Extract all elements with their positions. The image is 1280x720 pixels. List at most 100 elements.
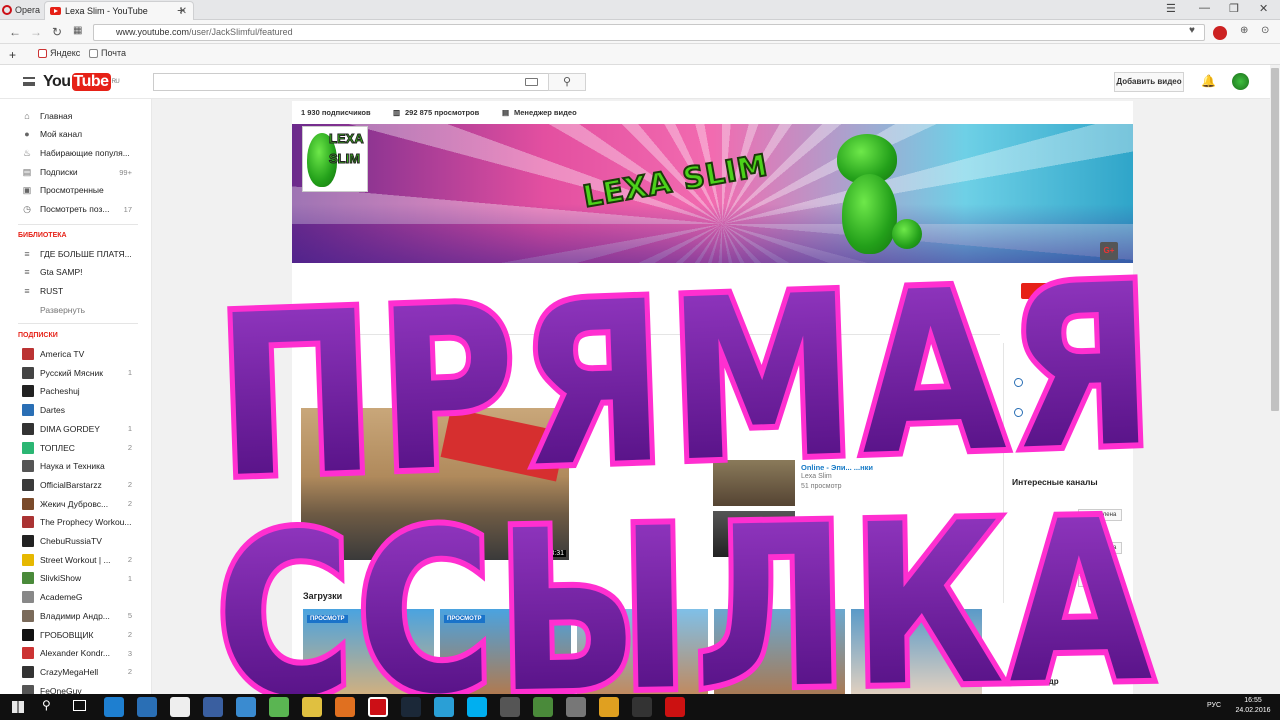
youtube-logo[interactable]: You Tube RU [43, 73, 120, 91]
taskbar-opera-icon[interactable] [368, 697, 388, 717]
sidebar-item-home[interactable]: ⌂ Главная [0, 107, 151, 125]
video-thumbnail[interactable] [713, 511, 795, 557]
taskbar-minecraft-icon[interactable] [533, 697, 553, 717]
search-button[interactable]: ⚲ [548, 73, 586, 91]
sidebar-subscription-item[interactable]: AcademeG [0, 588, 151, 606]
sidebar-subscription-item[interactable]: Pacheshuj [0, 382, 151, 400]
sidebar-item-history[interactable]: ▣ Просмотренные [0, 181, 151, 199]
radio-icon[interactable] [1014, 378, 1023, 387]
url-field[interactable]: www.youtube.com/user/JackSlimful/feature… [93, 24, 1205, 41]
tab-menu-icon[interactable]: ☰ [1166, 2, 1176, 15]
channel-avatar[interactable]: LEXA SLIM [302, 126, 368, 192]
subscribed-button[interactable]: оформлена [1078, 575, 1122, 587]
speed-dial-icon[interactable]: ▦ [73, 25, 82, 36]
search-icon[interactable]: ⚲ [42, 698, 51, 712]
new-tab-button[interactable]: + [177, 2, 185, 18]
sidebar-subscription-item[interactable]: Русский Мясник 1 [0, 364, 151, 382]
taskbar-vk-icon[interactable] [500, 697, 520, 717]
browser-tab[interactable]: Lexa Slim - YouTube ✕ [44, 1, 194, 20]
sidebar-subscription-item[interactable]: Dartes [0, 401, 151, 419]
taskbar-explorer-icon[interactable] [170, 697, 190, 717]
sidebar-subscription-item[interactable]: Alexander Kondr... 3 [0, 644, 151, 662]
subscribed-button[interactable]: оформлена [1078, 542, 1122, 554]
sidebar-playlist-item[interactable]: ≡ RUST [0, 282, 151, 300]
taskbar-download-manager-icon[interactable] [434, 697, 454, 717]
guide-menu-icon[interactable] [23, 77, 35, 86]
video-title[interactable]: Online - Эпи... ...нки [801, 463, 873, 472]
opera-menu-button[interactable]: Opera [0, 0, 42, 20]
sidebar-subscription-item[interactable]: America TV [0, 345, 151, 363]
download-icon[interactable]: ⊕ [1240, 25, 1248, 36]
sidebar-item-my-channel[interactable]: ● Мой канал [0, 125, 151, 143]
taskbar-yandex-icon[interactable] [302, 697, 322, 717]
forward-icon[interactable]: → [30, 25, 42, 39]
notifications-bell-icon[interactable]: 🔔 [1201, 74, 1216, 88]
video-author[interactable]: Lexa Slim [801, 473, 832, 480]
sidebar-item-trending[interactable]: ♨ Набирающие популя... [0, 144, 151, 162]
upload-thumbnail[interactable] [577, 609, 708, 694]
sidebar-subscription-item[interactable]: CrazyMegaHell 2 [0, 663, 151, 681]
expand-library-link[interactable]: Развернуть [0, 301, 151, 319]
upload-thumbnail[interactable] [714, 609, 845, 694]
sidebar-subscription-item[interactable]: ChebuRussiaTV [0, 532, 151, 550]
heart-icon[interactable]: ♥ [1189, 25, 1195, 36]
taskbar-photos-icon[interactable] [203, 697, 223, 717]
radio-icon[interactable] [1014, 408, 1023, 417]
sidebar-subscription-item[interactable]: SlivkiShow 1 [0, 569, 151, 587]
video-author[interactable]: Lexa Slim [572, 420, 594, 460]
task-view-icon[interactable] [73, 700, 86, 711]
upload-thumbnail[interactable]: ПРОСМОТР [303, 609, 434, 694]
taskbar-utorrent-icon[interactable] [269, 697, 289, 717]
reload-icon[interactable]: ↻ [52, 25, 62, 39]
taskbar-record-icon[interactable] [665, 697, 685, 717]
bookmark-yandex[interactable]: Яндекс [38, 48, 80, 58]
close-window-icon[interactable]: ✕ [1259, 2, 1268, 15]
taskbar-archive-icon[interactable] [599, 697, 619, 717]
sidebar-playlist-item[interactable]: ≡ Gta SAMP! [0, 263, 151, 281]
sidebar-subscription-item[interactable]: OfficialBarstarzz 2 [0, 476, 151, 494]
video-author[interactable]: Lexa Slim [801, 525, 832, 532]
video-title[interactable]: RUST [801, 515, 821, 524]
sidebar-item-subscriptions[interactable]: ▤ Подписки 99+ [0, 163, 151, 181]
keyboard-icon[interactable] [525, 78, 538, 86]
upload-thumbnail[interactable]: ПРОСМОТР [440, 609, 571, 694]
featured-video-thumbnail[interactable]: 3:31 [301, 408, 569, 560]
language-indicator[interactable]: РУС [1207, 702, 1221, 709]
sidebar-subscription-item[interactable]: Владимир Андр... 5 [0, 607, 151, 625]
sidebar-subscription-item[interactable]: The Prophecy Workou... [0, 513, 151, 531]
sidebar-subscription-item[interactable]: Наука и Техника [0, 457, 151, 475]
upload-button[interactable]: Добавить видео [1114, 72, 1184, 92]
bookmark-mail[interactable]: Почта [89, 48, 126, 58]
adblock-icon[interactable] [1213, 26, 1227, 40]
taskbar-steam-icon[interactable] [401, 697, 421, 717]
add-bookmark-icon[interactable]: + [9, 48, 16, 62]
sync-icon[interactable]: ⊙ [1261, 25, 1269, 36]
system-clock[interactable]: 16:55 24.02.2016 [1228, 696, 1278, 716]
subscribe-button[interactable] [1021, 283, 1061, 299]
channel-name-snippet[interactable]: Андр [1038, 677, 1059, 686]
minimize-icon[interactable]: — [1199, 2, 1210, 14]
sidebar-subscription-item[interactable]: Жекич Дубровс... 2 [0, 495, 151, 513]
windows-start-icon[interactable] [12, 701, 24, 713]
taskbar-store-icon[interactable] [137, 697, 157, 717]
sidebar-subscription-item[interactable]: DIMA GORDEY 1 [0, 420, 151, 438]
google-plus-link-icon[interactable]: G+ [1100, 242, 1118, 260]
account-avatar[interactable] [1232, 73, 1249, 90]
taskbar-notepad-icon[interactable] [236, 697, 256, 717]
taskbar-firefox-icon[interactable] [335, 697, 355, 717]
taskbar-unity-icon[interactable] [632, 697, 652, 717]
maximize-icon[interactable]: ❐ [1229, 2, 1239, 15]
sidebar-subscription-item[interactable]: FeOneGuy [0, 682, 151, 694]
search-input[interactable] [153, 73, 549, 91]
sidebar-playlist-item[interactable]: ≡ ГДЕ БОЛЬШЕ ПЛАТЯ... [0, 245, 151, 263]
taskbar-edge-icon[interactable] [104, 697, 124, 717]
video-thumbnail[interactable] [713, 460, 795, 506]
upload-thumbnail[interactable] [851, 609, 982, 694]
sidebar-subscription-item[interactable]: ГРОБОВЩИК 2 [0, 626, 151, 644]
taskbar-skype-icon[interactable] [467, 697, 487, 717]
sidebar-subscription-item[interactable]: ТОПЛЕС 2 [0, 439, 151, 457]
scrollbar-thumb[interactable] [1271, 68, 1279, 411]
sidebar-item-watch-later[interactable]: ◷ Посмотреть поз... 17 [0, 200, 151, 218]
sidebar-subscription-item[interactable]: Street Workout | ... 2 [0, 551, 151, 569]
taskbar-app-icon[interactable] [566, 697, 586, 717]
